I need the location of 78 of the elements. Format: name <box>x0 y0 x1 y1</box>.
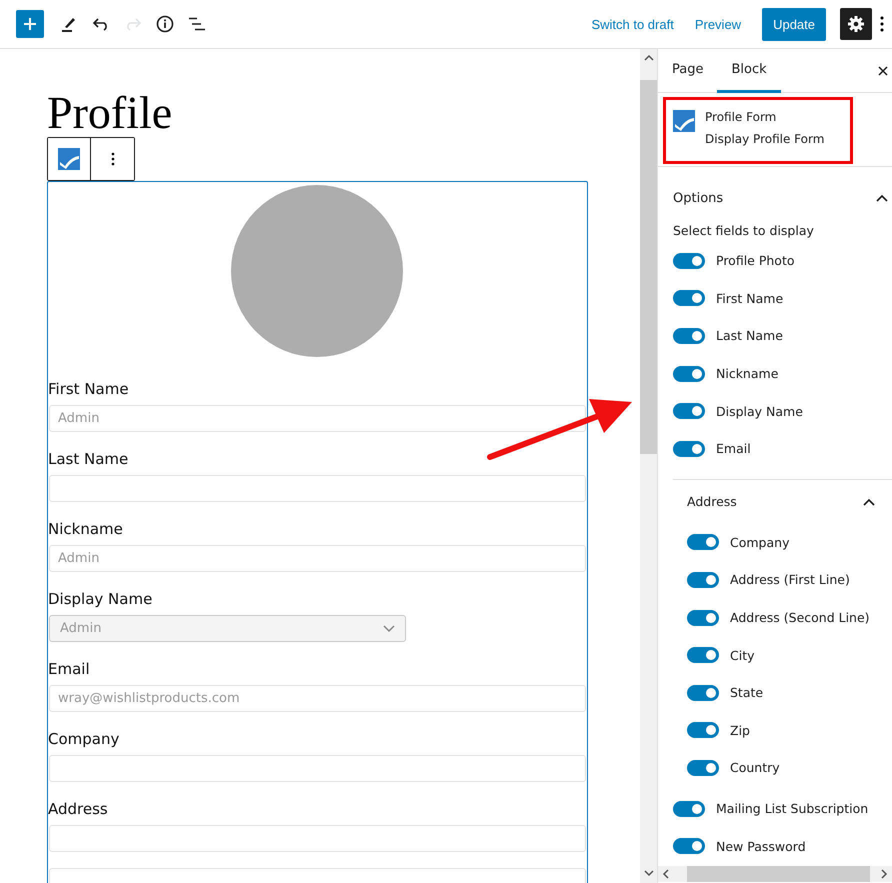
horizontal-scrollbar[interactable] <box>658 866 892 882</box>
toggle-label: City <box>730 648 754 663</box>
text-input[interactable]: wray@wishlistproducts.com <box>49 685 586 712</box>
toggle-label: Mailing List Subscription <box>716 801 868 816</box>
toggle-switch[interactable] <box>687 722 719 738</box>
toggle-label: Last Name <box>716 328 783 344</box>
toolbar-link[interactable]: Switch to draft <box>591 16 674 32</box>
toggle-switch[interactable] <box>687 572 719 588</box>
text-input[interactable]: Admin <box>49 545 586 572</box>
text-input[interactable] <box>49 475 586 502</box>
block-description: Display Profile Form <box>705 132 824 146</box>
add-block-button[interactable] <box>16 10 44 38</box>
toggle-label: Zip <box>730 722 750 738</box>
list-view-icon <box>188 17 206 31</box>
toggle-switch[interactable] <box>673 366 705 382</box>
info-icon <box>156 15 174 33</box>
toggle-switch[interactable] <box>673 328 705 344</box>
toggle-switch[interactable] <box>687 760 719 776</box>
toolbar-link[interactable]: Preview <box>694 16 742 32</box>
field-label: Company <box>48 729 120 750</box>
chevron-up-icon[interactable] <box>863 498 875 506</box>
field-label: Nickname <box>48 519 124 540</box>
plus-icon <box>23 17 37 31</box>
toggle-label: Email <box>716 441 751 456</box>
block-title: Profile Form <box>705 110 778 124</box>
field-label: Address <box>48 799 109 820</box>
toggle-switch[interactable] <box>673 838 705 854</box>
toggle-switch[interactable] <box>687 610 719 626</box>
group-heading[interactable]: Address <box>687 494 737 510</box>
toggle-label: Profile Photo <box>716 253 794 268</box>
field-label: Email <box>48 659 91 680</box>
update-button[interactable]: Update <box>762 8 826 40</box>
sidebar-tab[interactable]: Page <box>658 49 718 93</box>
toggle-switch[interactable] <box>687 647 719 664</box>
scroll-right-icon[interactable] <box>880 869 888 879</box>
pencil-icon <box>61 15 77 33</box>
form-block-icon <box>673 110 695 132</box>
scroll-up-icon[interactable] <box>644 54 654 62</box>
toggle-switch[interactable] <box>673 290 705 306</box>
toggle-switch[interactable] <box>673 800 705 817</box>
scroll-left-icon[interactable] <box>662 869 670 879</box>
dropdown-field[interactable]: Admin <box>49 615 406 642</box>
toggle-label: New Password <box>716 838 806 854</box>
sidebar-tab[interactable]: Block <box>717 49 781 93</box>
chevron-up-icon[interactable] <box>876 194 888 202</box>
undo-icon <box>92 17 110 31</box>
toggle-switch[interactable] <box>687 684 719 701</box>
page-title[interactable]: Profile <box>47 91 172 135</box>
chevron-down-icon <box>383 624 395 632</box>
more-options-icon[interactable] <box>880 16 884 32</box>
toggle-switch[interactable] <box>687 534 719 550</box>
field-label: First Name <box>48 379 130 400</box>
field-label: Display Name <box>48 589 154 610</box>
panel-hint: Select fields to display <box>672 222 815 240</box>
block-type-button[interactable] <box>48 138 91 180</box>
vertical-scrollbar[interactable] <box>640 49 657 883</box>
more-options-icon <box>110 152 114 166</box>
toggle-label: Display Name <box>716 404 803 419</box>
text-input[interactable] <box>49 755 586 782</box>
close-icon[interactable] <box>878 66 888 76</box>
redo-icon <box>124 17 142 31</box>
toggle-label: Country <box>730 760 780 776</box>
toggle-switch[interactable] <box>673 252 705 269</box>
field-label: Last Name <box>48 449 130 470</box>
toggle-label: Nickname <box>716 366 778 382</box>
toggle-label: Address (First Line) <box>730 572 850 588</box>
toggle-label: Company <box>730 534 790 550</box>
form-block-icon <box>58 148 80 170</box>
toggle-label: State <box>730 685 764 700</box>
toggle-switch[interactable] <box>673 403 705 420</box>
text-input[interactable]: Admin <box>49 405 586 432</box>
toggle-switch[interactable] <box>673 440 705 457</box>
toggle-label: First Name <box>716 290 784 306</box>
text-input[interactable] <box>49 825 586 852</box>
settings-button[interactable] <box>840 8 872 40</box>
toggle-label: Address (Second Line) <box>730 610 870 626</box>
panel-title[interactable]: Options <box>673 190 724 206</box>
scroll-down-icon[interactable] <box>644 869 654 877</box>
